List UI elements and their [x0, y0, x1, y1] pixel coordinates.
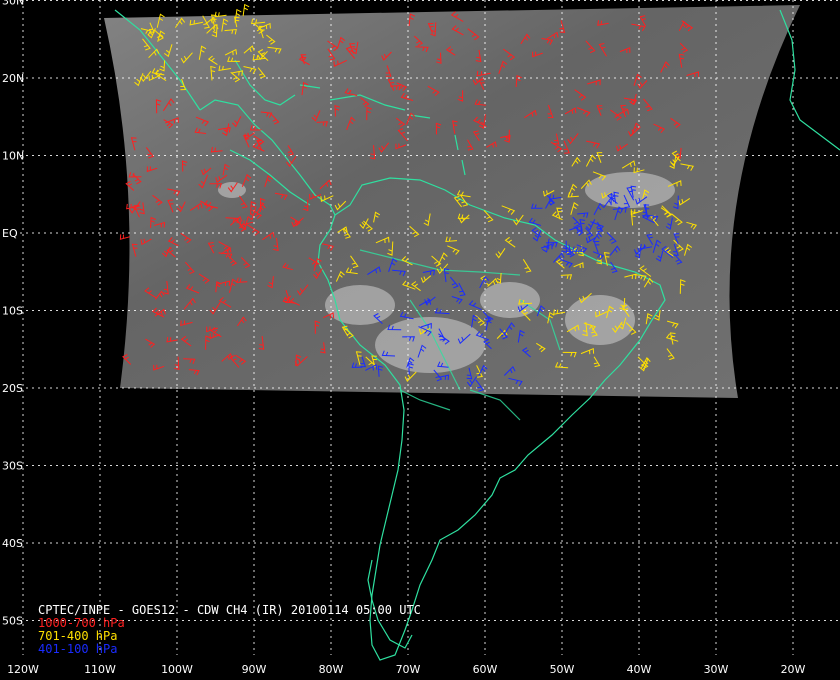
latitude-label: 20N	[2, 72, 24, 85]
latitude-label: 40S	[2, 537, 23, 550]
latitude-label: EQ	[2, 227, 18, 240]
latitude-label: 10S	[2, 305, 23, 318]
longitude-label: 60W	[473, 663, 498, 676]
longitude-label: 90W	[242, 663, 267, 676]
latitude-label: 20S	[2, 382, 23, 395]
longitude-label: 80W	[319, 663, 344, 676]
satellite-wind-map: 30N 20N 10N EQ 10S 20S 30S 40S 50S 120W 110W 100W 9…	[0, 0, 840, 680]
longitude-label: 120W	[7, 663, 39, 676]
longitude-label: 100W	[161, 663, 193, 676]
longitude-label: 20W	[781, 663, 806, 676]
latitude-label: 50S	[2, 615, 23, 628]
latitude-label: 30N	[2, 0, 24, 8]
latitude-label: 10N	[2, 150, 24, 163]
longitude-label: 30W	[704, 663, 729, 676]
longitude-label: 70W	[396, 663, 421, 676]
legend-high-level: 401-100 hPa	[38, 642, 118, 656]
longitude-label: 110W	[84, 663, 116, 676]
latitude-label: 30S	[2, 460, 23, 473]
longitude-label: 50W	[550, 663, 575, 676]
longitude-label: 40W	[627, 663, 652, 676]
